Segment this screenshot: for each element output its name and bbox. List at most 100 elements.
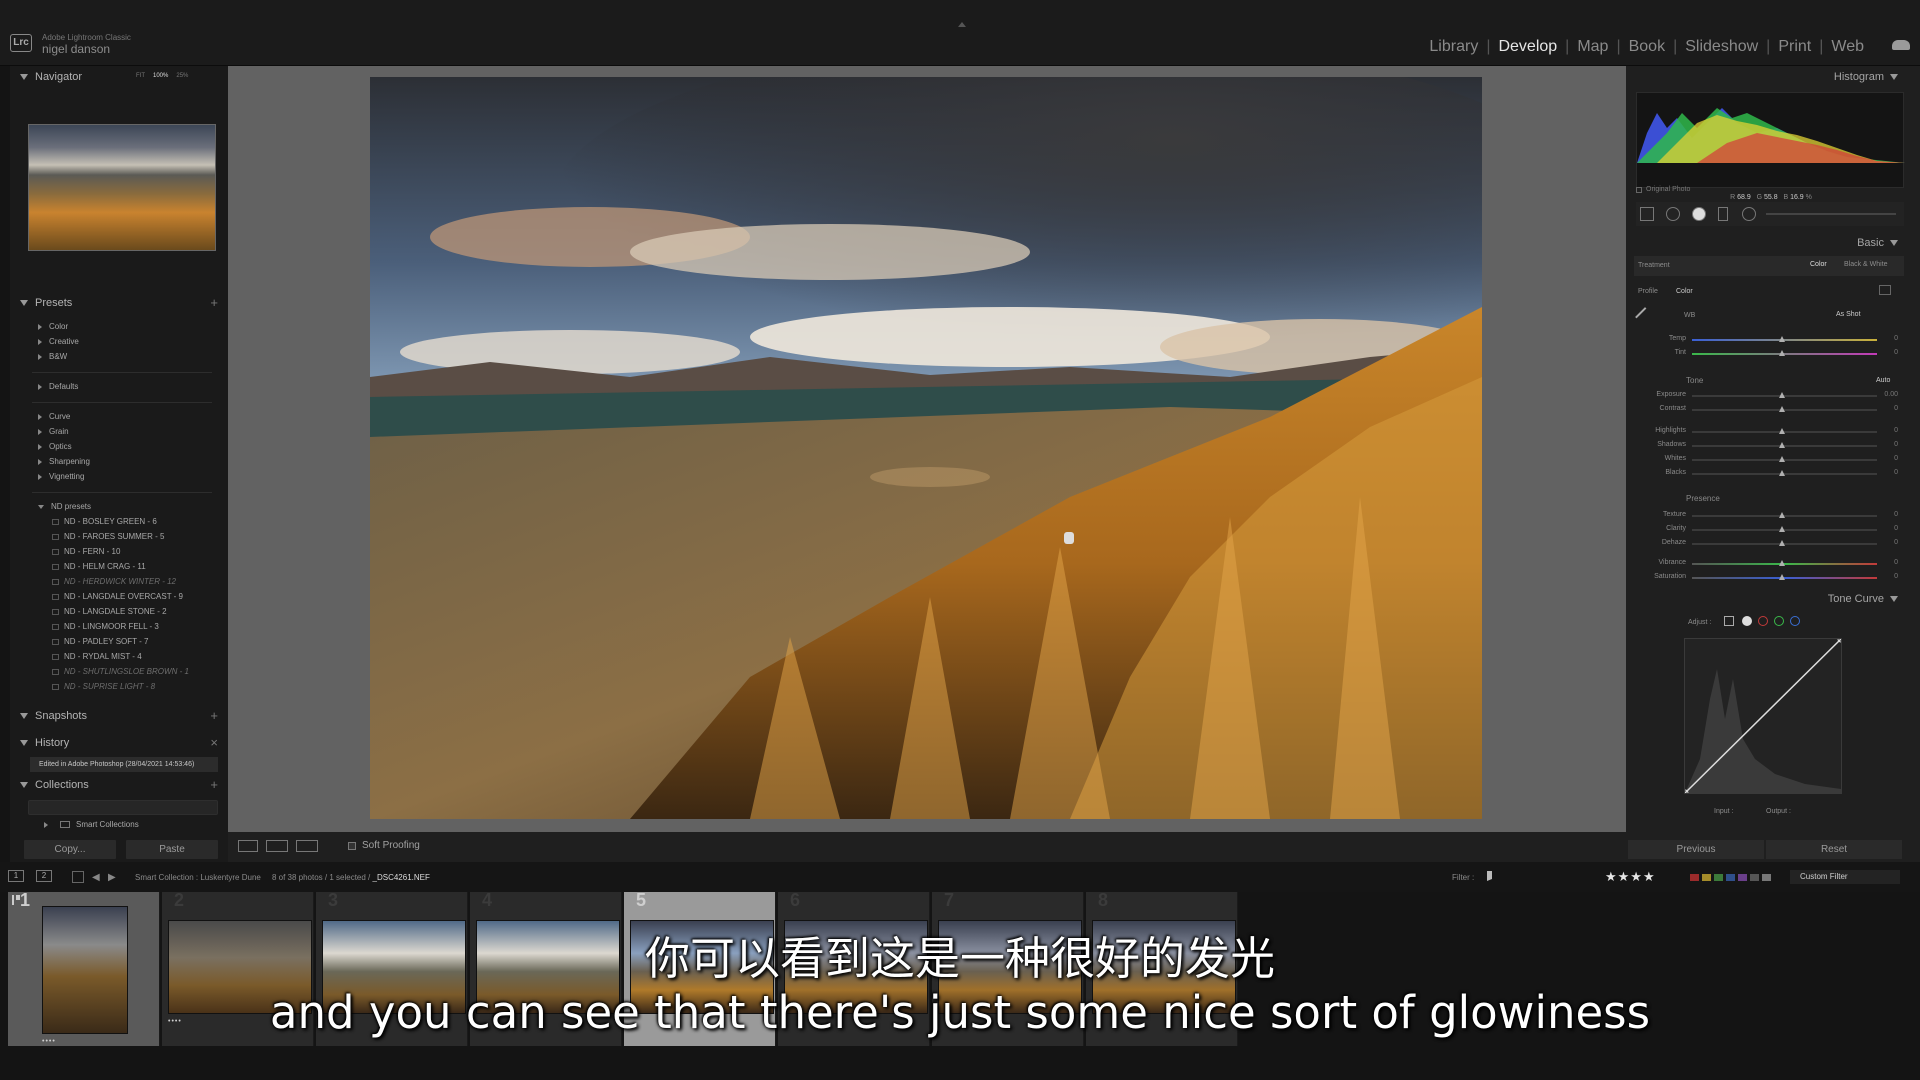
before-after-icon[interactable] [266, 840, 288, 852]
preset-item[interactable]: ND - BOSLEY GREEN - 6 [34, 517, 157, 526]
module-library[interactable]: Library [1421, 38, 1486, 56]
whites-slider[interactable]: Whites 0 [1642, 454, 1902, 466]
zoom-fit[interactable]: FIT [136, 73, 145, 79]
second-window-icon[interactable]: 2 [36, 870, 52, 882]
vibrance-slider[interactable]: Vibrance 0 [1642, 558, 1902, 570]
color-label-yellow[interactable] [1702, 874, 1711, 881]
history-entry[interactable]: Edited in Adobe Photoshop (28/04/2021 14… [30, 757, 218, 772]
point-curve-white-icon[interactable] [1742, 616, 1752, 626]
blacks-slider[interactable]: Blacks 0 [1642, 468, 1902, 480]
preset-item[interactable]: ND - SUPRISE LIGHT - 8 [34, 682, 155, 691]
add-preset-icon[interactable]: + [210, 295, 218, 310]
module-develop[interactable]: Develop [1490, 38, 1565, 56]
preset-group-nd[interactable]: ND presets [38, 502, 91, 511]
preset-group[interactable]: Creative [38, 337, 79, 346]
preset-group[interactable]: Optics [38, 442, 72, 451]
radial-filter-icon[interactable] [1742, 207, 1756, 221]
soft-proofing-checkbox[interactable] [348, 842, 356, 850]
brush-slider[interactable] [1766, 213, 1896, 215]
zoom-100[interactable]: 100% [153, 73, 168, 79]
color-label-none[interactable] [1762, 874, 1771, 881]
tone-curve-graph[interactable] [1681, 635, 1845, 797]
main-photo[interactable] [370, 77, 1482, 819]
point-curve-blue-icon[interactable] [1790, 616, 1800, 626]
preset-group[interactable]: Grain [38, 427, 69, 436]
cloud-sync-icon[interactable] [1892, 40, 1910, 50]
preset-item[interactable]: ND - FERN - 10 [34, 547, 120, 556]
collections-search-input[interactable] [28, 800, 218, 815]
preset-item[interactable]: ND - HELM CRAG - 11 [34, 562, 146, 571]
back-arrow-icon[interactable]: ◀ [92, 872, 100, 883]
filmstrip-source[interactable]: Smart Collection : Luskentyre Dune 8 of … [135, 873, 430, 882]
parametric-curve-icon[interactable] [1724, 616, 1734, 626]
module-map[interactable]: Map [1569, 38, 1616, 56]
texture-slider[interactable]: Texture 0 [1642, 510, 1902, 522]
previous-button[interactable]: Previous [1628, 840, 1764, 859]
module-web[interactable]: Web [1823, 38, 1872, 56]
presets-header[interactable]: Presets + [20, 292, 222, 314]
spot-removal-icon[interactable] [1666, 207, 1680, 221]
snapshots-header[interactable]: Snapshots + [20, 705, 222, 727]
wb-dropdown[interactable]: As Shot [1836, 311, 1861, 318]
contrast-slider[interactable]: Contrast 0 [1642, 404, 1902, 416]
point-curve-green-icon[interactable] [1774, 616, 1784, 626]
tone-curve-header[interactable]: Tone Curve [1828, 593, 1898, 605]
custom-filter-dropdown[interactable]: Custom Filter [1790, 870, 1900, 884]
dehaze-slider[interactable]: Dehaze 0 [1642, 538, 1902, 550]
copy-button[interactable]: Copy... [24, 840, 116, 859]
collections-header[interactable]: Collections + [20, 774, 222, 796]
reset-button[interactable]: Reset [1766, 840, 1902, 859]
module-print[interactable]: Print [1770, 38, 1819, 56]
point-curve-red-icon[interactable] [1758, 616, 1768, 626]
saturation-slider[interactable]: Saturation 0 [1642, 572, 1902, 584]
original-photo-toggle[interactable]: Original Photo [1636, 186, 1690, 193]
exposure-slider[interactable]: Exposure 0.00 [1642, 390, 1902, 402]
navigator-preview[interactable] [28, 124, 216, 251]
eyedropper-icon[interactable] [1635, 307, 1655, 327]
flag-filter-icon[interactable] [1487, 871, 1497, 881]
color-label-blue[interactable] [1726, 874, 1735, 881]
paste-button[interactable]: Paste [126, 840, 218, 859]
basic-header[interactable]: Basic [1857, 237, 1898, 249]
color-label-custom[interactable] [1750, 874, 1759, 881]
tint-slider[interactable]: Tint 0 [1642, 348, 1902, 360]
preset-item[interactable]: ND - LANGDALE OVERCAST - 9 [34, 592, 183, 601]
preset-item[interactable]: ND - SHUTLINGSLOE BROWN - 1 [34, 667, 189, 676]
profile-dropdown[interactable]: Color [1676, 288, 1693, 295]
zoom-25[interactable]: 25% [176, 73, 188, 79]
module-slideshow[interactable]: Slideshow [1677, 38, 1766, 56]
graduated-filter-icon[interactable] [1718, 207, 1728, 221]
temp-slider[interactable]: Temp 0 [1642, 334, 1902, 346]
preset-item[interactable]: ND - RYDAL MIST - 4 [34, 652, 142, 661]
preset-group[interactable]: B&W [38, 352, 67, 361]
preset-item[interactable]: ND - PADLEY SOFT - 7 [34, 637, 148, 646]
collapse-top-panel-icon[interactable] [958, 22, 966, 27]
preset-item[interactable]: ND - HERDWICK WINTER - 12 [34, 577, 176, 586]
preset-item[interactable]: ND - FAROES SUMMER - 5 [34, 532, 164, 541]
preset-group[interactable]: Color [38, 322, 68, 331]
main-window-icon[interactable]: 1 [8, 870, 24, 882]
treatment-color[interactable]: Color [1810, 261, 1827, 268]
tone-auto-button[interactable]: Auto [1876, 377, 1890, 384]
profile-browser-icon[interactable] [1879, 285, 1891, 295]
color-label-red[interactable] [1690, 874, 1699, 881]
yy-view-icon[interactable] [296, 840, 318, 852]
red-eye-icon[interactable] [1692, 207, 1706, 221]
color-label-green[interactable] [1714, 874, 1723, 881]
clarity-slider[interactable]: Clarity 0 [1642, 524, 1902, 536]
left-panel-edge[interactable] [0, 66, 10, 862]
histogram-header[interactable]: Histogram [1834, 71, 1898, 83]
add-snapshot-icon[interactable]: + [210, 708, 218, 723]
preset-group[interactable]: Defaults [38, 382, 78, 391]
crop-icon[interactable] [1640, 207, 1654, 221]
forward-arrow-icon[interactable]: ▶ [108, 872, 116, 883]
clear-history-icon[interactable]: × [210, 735, 218, 750]
preset-item[interactable]: ND - LINGMOOR FELL - 3 [34, 622, 159, 631]
smart-collections-item[interactable]: Smart Collections [44, 820, 139, 829]
shadows-slider[interactable]: Shadows 0 [1642, 440, 1902, 452]
history-header[interactable]: History × [20, 732, 222, 754]
preset-group[interactable]: Sharpening [38, 457, 90, 466]
loupe-view-icon[interactable] [238, 840, 258, 852]
rating-filter[interactable]: ★★★★ [1605, 869, 1656, 885]
grid-view-icon[interactable] [72, 871, 84, 883]
